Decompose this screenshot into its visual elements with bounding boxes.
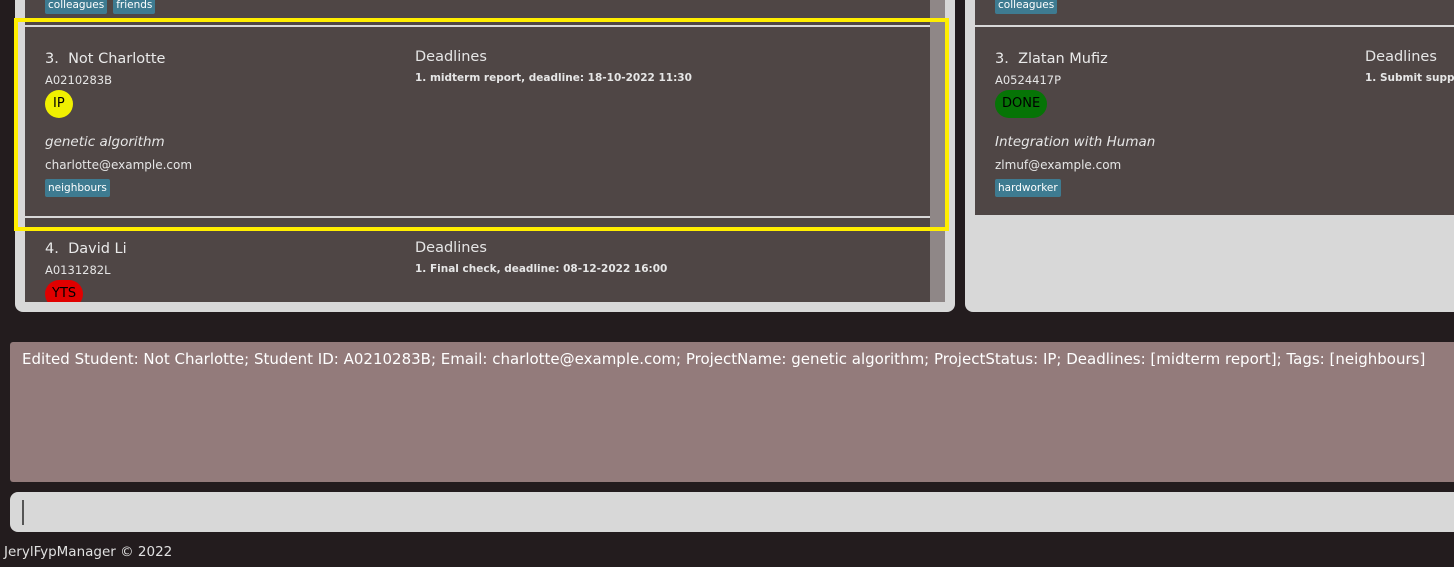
text-caret [22,500,24,525]
student-id: A0131282L [45,263,111,277]
completed-student-list[interactable]: colleagues 3. Zlatan Mufiz A0524417P DON… [975,0,1454,215]
student-name: Not Charlotte [68,51,166,67]
status-bar-footer: JerylFypManager © 2022 [4,544,173,560]
card-index: 3. [45,51,59,67]
student-email: zlmuf@example.com [995,158,1122,172]
student-list[interactable]: colleagues friends 3. Not Charlotte A021… [25,0,930,302]
tag: neighbours [45,179,110,197]
student-list-panel: colleagues friends 3. Not Charlotte A021… [15,0,955,312]
student-name: Zlatan Mufiz [1018,51,1108,67]
student-name: David Li [68,241,127,257]
student-card-previous[interactable]: colleagues [975,0,1454,25]
completed-list-panel: colleagues 3. Zlatan Mufiz A0524417P DON… [965,0,1454,312]
deadline-item: 1. Submit supple [1365,72,1454,84]
deadlines-label: Deadlines [415,240,487,256]
tag: hardworker [995,179,1061,197]
deadline-item: 1. Final check, deadline: 08-12-2022 16:… [415,263,668,275]
command-input[interactable] [10,492,1454,532]
tag: colleagues [45,0,108,14]
deadline-item: 1. midterm report, deadline: 18-10-2022 … [415,72,692,84]
result-display: Edited Student: Not Charlotte; Student I… [10,342,1454,482]
student-card-previous[interactable]: colleagues friends [25,0,930,25]
student-card-not-charlotte[interactable]: 3. Not Charlotte A0210283B IP genetic al… [25,27,930,216]
card-index: 3. [995,51,1009,67]
student-id: A0210283B [45,73,112,87]
status-badge: DONE [995,90,1048,118]
student-email: charlotte@example.com [45,158,193,172]
tag: friends [113,0,156,14]
project-name: Integration with Human [995,134,1156,150]
student-card-david-li[interactable]: 4. David Li A0131282L YTS Deadlines 1. F… [25,218,930,302]
status-badge: YTS [45,280,84,302]
tag: colleagues [995,0,1058,14]
status-badge: IP [45,90,73,118]
project-name: genetic algorithm [45,134,165,150]
student-id: A0524417P [995,73,1062,87]
scrollbar[interactable] [930,0,945,302]
deadlines-label: Deadlines [1365,49,1437,65]
card-index: 4. [45,241,59,257]
student-card-zlatan-mufiz[interactable]: 3. Zlatan Mufiz A0524417P DONE Integrati… [975,27,1454,215]
deadlines-label: Deadlines [415,49,487,65]
